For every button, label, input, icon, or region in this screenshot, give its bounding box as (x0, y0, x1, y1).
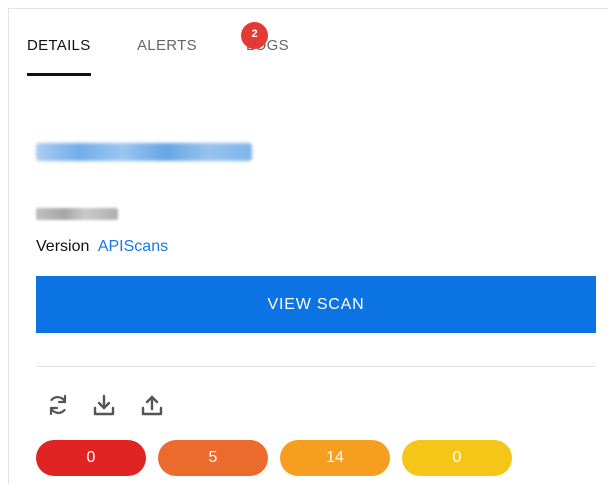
tab-details[interactable]: DETAILS (27, 36, 91, 76)
version-label: Version (36, 238, 90, 255)
view-scan-button[interactable]: VIEW SCAN (36, 276, 596, 333)
tab-alerts[interactable]: ALERTS (137, 36, 197, 76)
severity-count-high: 5 (158, 440, 268, 476)
version-link[interactable]: APIScans (98, 238, 168, 255)
severity-count-critical: 0 (36, 440, 146, 476)
version-line: Version APIScans (36, 238, 168, 256)
upload-icon[interactable] (140, 393, 164, 417)
active-tab-underline (27, 73, 91, 76)
severity-count-low: 0 (402, 440, 512, 476)
redacted-scan-owner (36, 208, 118, 220)
section-divider (36, 366, 596, 367)
severity-count-medium: 14 (280, 440, 390, 476)
alerts-count-badge: 2 (241, 22, 268, 49)
tab-alerts-label: ALERTS (137, 37, 197, 54)
tab-details-label: DETAILS (27, 37, 91, 54)
refresh-icon[interactable] (46, 393, 70, 417)
download-icon[interactable] (92, 393, 116, 417)
redacted-scan-name (36, 143, 252, 161)
